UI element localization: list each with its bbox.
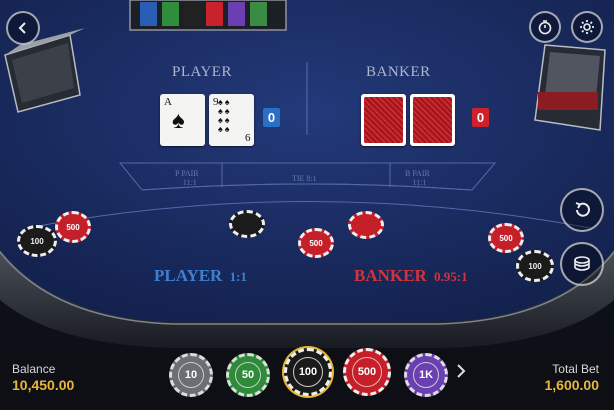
card-rank: A: [164, 96, 172, 108]
stopwatch-icon: [538, 20, 552, 35]
tie-bet[interactable]: TIE 8:1: [292, 174, 317, 183]
undo-button[interactable]: [560, 188, 604, 232]
player-bet-area[interactable]: PLAYER 1:1: [154, 266, 247, 286]
table-chip: 500: [298, 228, 334, 258]
chip-stack-button[interactable]: [560, 242, 604, 286]
banker-bet-name: BANKER: [354, 266, 427, 285]
banker-card-1: [361, 94, 406, 146]
player-bet-name: PLAYER: [154, 266, 223, 285]
settings-button[interactable]: [571, 11, 603, 43]
total-bet-label: Total Bet: [552, 362, 599, 376]
game-screen: PLAYER BANKER A ♠ 9 ♠♠ ♠♠ ♠♠ ♠♠ 6 0 0 P PAI…: [0, 0, 614, 410]
p-pair-label: P PAIR: [175, 169, 199, 178]
card-shoe-right: [534, 44, 606, 131]
player-bet-odds: 1:1: [229, 269, 247, 284]
gear-icon: [580, 20, 594, 34]
chip-1k[interactable]: 1K: [404, 353, 448, 397]
table-chip: 100: [17, 225, 57, 257]
player-label: PLAYER: [172, 64, 232, 80]
total-bet-value: 1,600.00: [544, 377, 600, 393]
timer-button[interactable]: [529, 11, 561, 43]
b-pair-bet[interactable]: B PAIR 11:1: [405, 169, 430, 187]
banker-bet-odds: 0.95:1: [433, 269, 468, 284]
card-rank-bottom: 6: [245, 132, 251, 144]
chip-stack-icon: [574, 256, 590, 271]
chip-100[interactable]: 100: [284, 348, 332, 396]
chip-10[interactable]: 10: [169, 353, 213, 397]
banker-score: 0: [472, 108, 489, 127]
table-chip: [348, 211, 384, 239]
banker-card-2: [410, 94, 455, 146]
p-pair-odds: 11:1: [182, 178, 197, 187]
table-chip: [229, 210, 265, 238]
chip-tray-next-button[interactable]: [454, 362, 468, 385]
chip-500[interactable]: 500: [343, 348, 391, 396]
banker-label: BANKER: [366, 64, 431, 80]
p-pair-bet[interactable]: P PAIR 11:1: [175, 169, 199, 187]
spade-pips-icon: ♠♠ ♠♠ ♠♠ ♠♠: [218, 97, 232, 134]
b-pair-label: B PAIR: [405, 169, 430, 178]
table-chip: 500: [488, 223, 524, 253]
banker-bet-area[interactable]: BANKER 0.95:1: [354, 266, 468, 286]
spade-icon: ♠: [172, 107, 185, 134]
undo-icon: [575, 202, 590, 217]
chip-50[interactable]: 50: [226, 353, 270, 397]
back-button[interactable]: [6, 11, 40, 45]
player-card-2: 9 ♠♠ ♠♠ ♠♠ ♠♠ 6: [209, 94, 254, 146]
balance-label: Balance: [12, 362, 56, 376]
player-card-1: A ♠: [160, 94, 205, 146]
chevron-right-icon: [457, 364, 466, 378]
table-chip: 100: [516, 250, 554, 282]
balance-value: 10,450.00: [12, 377, 75, 393]
b-pair-odds: 11:1: [412, 178, 427, 187]
table-chip: 500: [55, 211, 91, 243]
player-score: 0: [263, 108, 280, 127]
chevron-left-icon: [18, 22, 26, 34]
